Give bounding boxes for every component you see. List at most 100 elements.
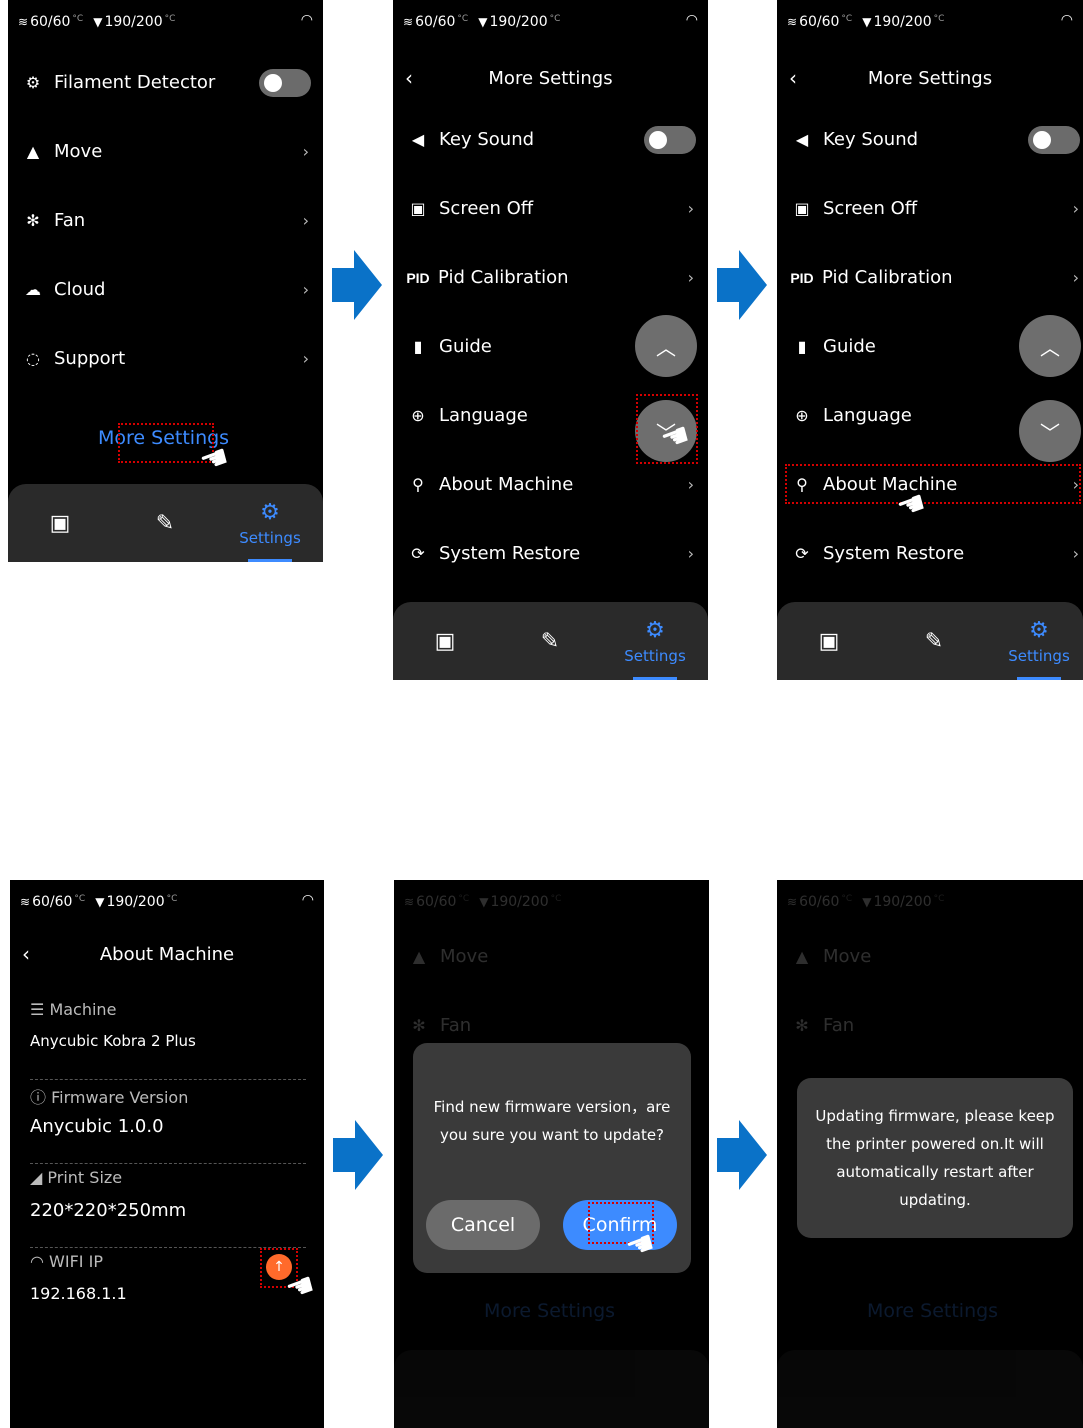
temp-unit: °C <box>72 14 84 24</box>
menu-item-cloud[interactable]: ☁ Cloud › <box>8 255 323 324</box>
menu-item-screen-off[interactable]: ▣ Screen Off › <box>393 174 708 243</box>
chevron-right-icon: › <box>687 199 694 218</box>
scroll-up-button[interactable]: ︿ <box>1019 315 1081 377</box>
page-title: More Settings <box>867 67 993 89</box>
screen-settings-main: ≋ 60/60 °C ▼ 190/200 °C ◠ ⚙ Filament Det… <box>8 0 323 562</box>
tab-tools[interactable]: ✎ <box>510 602 590 680</box>
temp-unit: °C <box>74 894 86 904</box>
tab-settings[interactable]: ⚙ Settings <box>230 484 310 562</box>
menu-item-filament-detector[interactable]: ⚙ Filament Detector <box>8 48 323 117</box>
menu-item-move[interactable]: ▲ Move › <box>8 117 323 186</box>
tab-tools[interactable]: ✎ <box>125 484 205 562</box>
back-icon[interactable]: ‹ <box>789 66 797 90</box>
status-bar: ≋ 60/60 °C ▼ 190/200 °C ◠ <box>393 0 708 44</box>
cancel-button[interactable]: Cancel <box>426 1200 540 1250</box>
menu-item-label: Language <box>823 405 912 426</box>
chevron-right-icon: › <box>302 142 309 161</box>
cloud-icon: ☁ <box>25 280 41 299</box>
firmware-label: ⓘ Firmware Version <box>30 1084 188 1108</box>
menu-item-pid-calibration[interactable]: PID Pid Calibration › <box>393 243 708 312</box>
key-sound-toggle[interactable] <box>1028 125 1080 154</box>
gear-icon: ⚙ <box>1029 617 1049 643</box>
chevron-right-icon: › <box>302 349 309 368</box>
tab-files[interactable]: ▣ <box>20 484 100 562</box>
menu-item-label: Pid Calibration <box>822 267 953 288</box>
tab-settings-label: Settings <box>1008 646 1070 665</box>
menu-item-move: ▲ Move <box>394 922 709 991</box>
speaker-icon: ◀ <box>411 130 425 149</box>
temp-unit: °C <box>933 894 945 904</box>
wifi-icon: ◠ <box>685 12 698 28</box>
title-bar: ‹ About Machine <box>10 932 324 976</box>
back-icon[interactable]: ‹ <box>405 66 413 90</box>
files-icon: ▣ <box>434 628 456 654</box>
menu-item-label: Pid Calibration <box>438 267 569 288</box>
temp-unit: °C <box>933 14 945 24</box>
screen-update-confirm: ≋ 60/60 °C ▼ 190/200 °C ▲ Move ✻ Fan Mor… <box>394 880 709 1428</box>
nozzle-temp: 190/200 <box>489 14 548 30</box>
scroll-up-button[interactable]: ︿ <box>635 315 697 377</box>
status-bar: ≋ 60/60 °C ▼ 190/200 °C ◠ <box>8 0 323 44</box>
title-bar: ‹ More Settings <box>777 56 1083 100</box>
back-icon[interactable]: ‹ <box>22 942 30 966</box>
dialog-message-line: automatically restart after <box>836 1163 1034 1181</box>
temp-unit: °C <box>549 14 561 24</box>
machine-info: ☰ Machine Anycubic Kobra 2 Plus <box>30 996 306 1080</box>
tab-files[interactable]: ▣ <box>789 602 869 680</box>
bed-heat-icon: ≋ <box>403 15 414 29</box>
filament-detector-toggle[interactable] <box>259 68 311 97</box>
menu-item-fan[interactable]: ✻ Fan › <box>8 186 323 255</box>
tab-settings[interactable]: ⚙ Settings <box>999 602 1079 680</box>
bed-temp: 60/60 <box>30 14 71 30</box>
menu-item-label: Cloud <box>54 279 106 300</box>
page-title: About Machine <box>99 943 235 965</box>
nozzle-icon: ▼ <box>862 895 872 909</box>
tab-settings[interactable]: ⚙ Settings <box>615 602 695 680</box>
bottom-nav: ▣ ✎ ⚙ Settings <box>8 484 323 562</box>
tab-tools[interactable]: ✎ <box>894 602 974 680</box>
dialog-message-line: Find new firmware version，are <box>433 1098 671 1116</box>
menu-item-label: Support <box>54 348 126 369</box>
menu-item-key-sound[interactable]: ◀ Key Sound <box>393 105 708 174</box>
temp-unit: °C <box>841 894 853 904</box>
menu-item-system-restore[interactable]: ⟳ System Restore › <box>393 519 708 588</box>
pid-icon: PID <box>406 269 430 286</box>
dialog-message-line: the printer powered on.It will <box>826 1135 1044 1153</box>
info-icon: ⓘ <box>30 1088 52 1107</box>
menu-item-label: Screen Off <box>439 198 534 219</box>
menu-item-label: Fan <box>440 1015 472 1036</box>
globe-icon: ⊕ <box>795 406 809 425</box>
status-bar: ≋ 60/60 °C ▼ 190/200 °C <box>394 880 709 924</box>
temp-unit: °C <box>457 14 469 24</box>
menu-item-pid-calibration[interactable]: PID Pid Calibration › <box>777 243 1083 312</box>
status-bar: ≋ 60/60 °C ▼ 190/200 °C ◠ <box>10 880 324 924</box>
bed-heat-icon: ≋ <box>787 15 798 29</box>
wrench-icon: ✎ <box>155 510 175 536</box>
wifi-icon: ◠ <box>300 12 313 28</box>
nozzle-temp: 190/200 <box>873 14 932 30</box>
menu-item-key-sound[interactable]: ◀ Key Sound <box>777 105 1083 174</box>
key-sound-toggle[interactable] <box>644 125 696 154</box>
print-size-value: 220*220*250mm <box>30 1200 187 1221</box>
status-bar: ≋ 60/60 °C ▼ 190/200 °C ◠ <box>777 0 1083 44</box>
menu-item-system-restore[interactable]: ⟳ System Restore › <box>777 519 1083 588</box>
tab-files[interactable]: ▣ <box>405 602 485 680</box>
tab-indicator <box>1017 677 1061 680</box>
menu-item-screen-off[interactable]: ▣ Screen Off › <box>777 174 1083 243</box>
bed-temp: 60/60 <box>799 14 840 30</box>
fan-icon: ✻ <box>412 1016 426 1035</box>
updating-dialog: Updating firmware, please keep the print… <box>797 1078 1073 1238</box>
flow-arrow-icon <box>333 1120 383 1190</box>
bed-temp: 60/60 <box>32 894 73 910</box>
wrench-icon: ✎ <box>540 628 560 654</box>
dialog-message-line: you sure you want to update? <box>439 1126 665 1144</box>
menu-item-support[interactable]: ◌ Support › <box>8 324 323 393</box>
menu-item-label: Screen Off <box>823 198 918 219</box>
menu-item-label: Filament Detector <box>54 72 216 93</box>
speaker-icon: ◀ <box>795 130 809 149</box>
nozzle-temp: 190/200 <box>106 894 165 910</box>
screen-more-settings-about: ≋ 60/60 °C ▼ 190/200 °C ◠ ‹ More Setting… <box>777 0 1083 680</box>
menu-item-label: Key Sound <box>439 129 535 150</box>
scroll-down-button[interactable]: ﹀ <box>1019 400 1081 462</box>
title-bar: ‹ More Settings <box>393 56 708 100</box>
